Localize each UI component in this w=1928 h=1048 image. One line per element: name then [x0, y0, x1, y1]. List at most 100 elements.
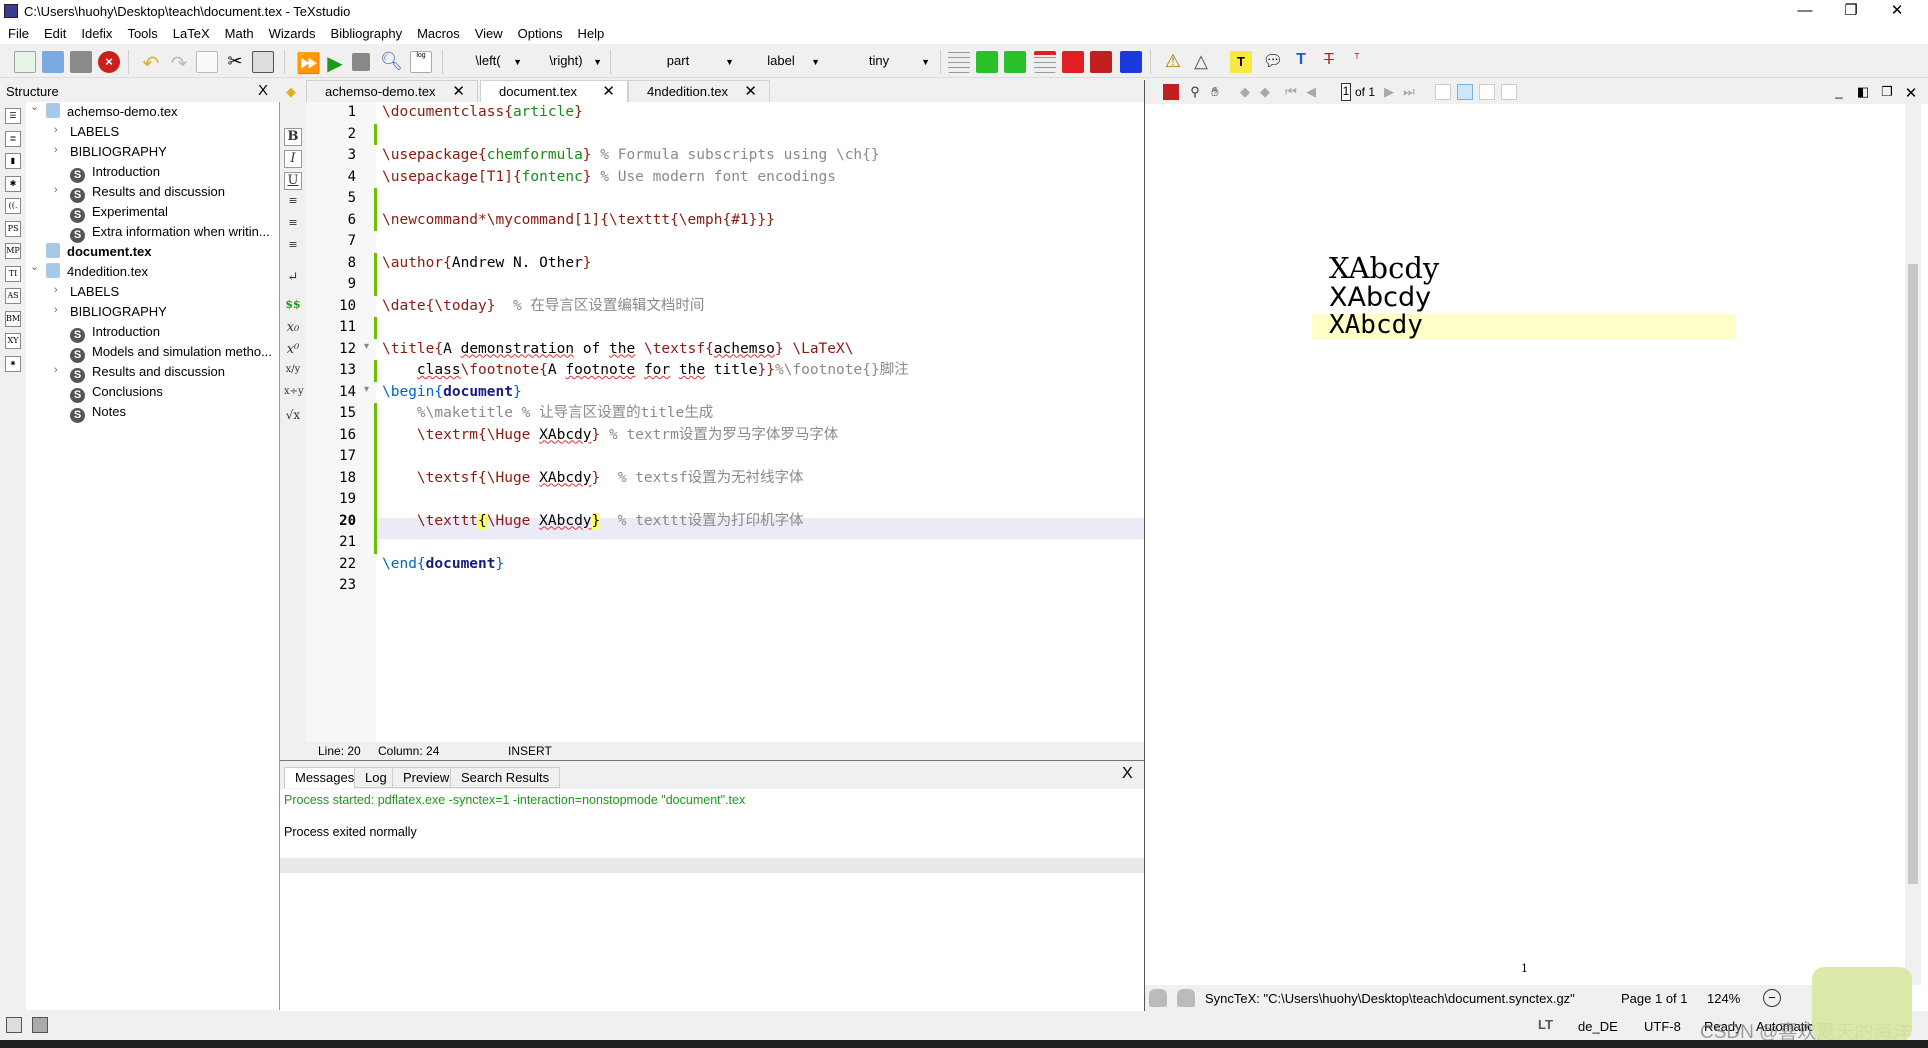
sidebar-view-icon[interactable]: XY: [5, 333, 21, 349]
pdf-sync-icon[interactable]: [1163, 84, 1179, 100]
paste-icon[interactable]: [252, 51, 274, 73]
menu-idefix[interactable]: Idefix: [81, 24, 121, 44]
table-insert-column-icon[interactable]: [1004, 51, 1026, 73]
save-icon[interactable]: [70, 51, 92, 73]
first-page-icon[interactable]: ⏮: [1283, 84, 1299, 100]
sidebar-view-icon[interactable]: MP: [5, 243, 21, 259]
table-add-column-icon[interactable]: [976, 51, 998, 73]
chevron-right-icon[interactable]: ›: [54, 364, 58, 376]
tree-item[interactable]: BIBLIOGRAPHY: [70, 302, 167, 321]
tree-item[interactable]: achemso-demo.tex: [46, 102, 178, 121]
highlight-text-icon[interactable]: T: [1230, 51, 1252, 73]
menu-options[interactable]: Options: [518, 24, 572, 44]
language-selector[interactable]: de_DE: [1578, 1019, 1618, 1034]
tab-4ndedition-tex[interactable]: 4ndedition.tex ✕: [628, 80, 770, 102]
fit-page-icon[interactable]: [1501, 84, 1517, 100]
close-pdf-icon[interactable]: ✕: [1903, 84, 1919, 102]
text-color-icon[interactable]: T: [1290, 51, 1312, 73]
hand-tool-icon[interactable]: ✋︎: [1207, 84, 1223, 100]
forward-icon[interactable]: ◆: [1257, 84, 1273, 100]
page-input[interactable]: 1: [1341, 83, 1351, 101]
fold-icon[interactable]: ▾: [364, 341, 369, 352]
reference-combo[interactable]: label ▼: [740, 53, 822, 73]
warning-outline-icon[interactable]: △: [1190, 51, 1212, 73]
table-remove-column-icon[interactable]: [1062, 51, 1084, 73]
encoding-selector[interactable]: UTF-8: [1644, 1019, 1681, 1034]
minimize-pdf-icon[interactable]: _: [1831, 84, 1847, 100]
toggle-messages-icon[interactable]: [32, 1017, 48, 1033]
code-editor[interactable]: B I U ≡ ≡ ≡ ↵ $$ x₀ x⁰ x/y x÷y √x 1 \docu…: [280, 102, 1144, 742]
font-size-combo[interactable]: tiny ▼: [826, 53, 932, 73]
new-file-icon[interactable]: [14, 51, 36, 73]
undo-icon[interactable]: ↶: [140, 51, 162, 75]
chevron-right-icon[interactable]: ›: [54, 184, 58, 196]
chevron-right-icon[interactable]: ›: [54, 304, 58, 316]
fold-icon[interactable]: ▾: [364, 384, 369, 395]
view-icon[interactable]: 🔍︎: [380, 51, 403, 73]
compile-icon[interactable]: ▶: [324, 51, 346, 75]
fit-width-icon[interactable]: [1457, 84, 1473, 100]
sidebar-view-icon[interactable]: PS: [5, 220, 21, 237]
tree-item[interactable]: document.tex: [46, 242, 152, 261]
chevron-right-icon[interactable]: ›: [54, 284, 58, 296]
tree-item[interactable]: 4ndedition.tex: [46, 262, 148, 281]
tree-item[interactable]: S Results and discussion: [70, 182, 225, 203]
superscript-text-icon[interactable]: ᵀ: [1346, 51, 1368, 73]
sidebar-view-icon[interactable]: ✷: [5, 355, 21, 372]
tree-item[interactable]: S Experimental: [70, 202, 168, 223]
zoom-tool-icon[interactable]: ⚲: [1187, 84, 1203, 100]
tree-item[interactable]: S Notes: [70, 402, 126, 423]
last-page-icon[interactable]: ⏭: [1401, 84, 1417, 100]
stop-icon[interactable]: [352, 53, 370, 71]
previous-page-icon[interactable]: ◀: [1303, 84, 1319, 100]
window-pdf-icon[interactable]: ❐: [1879, 84, 1895, 100]
table-remove-row-icon[interactable]: [1034, 51, 1056, 73]
close-file-icon[interactable]: ×: [98, 51, 120, 73]
chevron-right-icon[interactable]: ›: [54, 144, 58, 156]
zoom-out-icon[interactable]: −: [1763, 989, 1781, 1007]
tree-item[interactable]: S Introduction: [70, 162, 160, 183]
sidebar-view-icon[interactable]: ≣: [5, 130, 21, 147]
table-add-row-icon[interactable]: [948, 51, 970, 73]
left-delimiter-combo[interactable]: \left(▼: [452, 53, 524, 73]
close-tab-icon[interactable]: ✕: [744, 81, 757, 103]
menu-edit[interactable]: Edit: [44, 24, 75, 44]
close-window-button[interactable]: ✕: [1874, 0, 1920, 24]
close-messages-button[interactable]: X: [1122, 765, 1133, 783]
sidebar-view-icon[interactable]: ☰: [5, 108, 21, 124]
sidebar-view-icon[interactable]: ▮: [5, 153, 21, 169]
copy-icon[interactable]: [196, 51, 218, 73]
dock-pdf-icon[interactable]: ◧: [1855, 84, 1871, 100]
strikeout-icon[interactable]: T: [1318, 51, 1340, 73]
chevron-down-icon[interactable]: ⌄: [30, 100, 39, 113]
menu-tools[interactable]: Tools: [127, 24, 166, 44]
comment-icon[interactable]: 💬︎: [1262, 51, 1284, 73]
menu-wizards[interactable]: Wizards: [269, 24, 325, 44]
tree-item[interactable]: LABELS: [70, 122, 119, 141]
messages-tab-search-results[interactable]: Search Results: [450, 767, 561, 788]
toggle-structure-icon[interactable]: [6, 1017, 22, 1033]
log-icon[interactable]: log: [410, 51, 432, 73]
table-align-icon[interactable]: [1120, 51, 1142, 73]
tree-item[interactable]: LABELS: [70, 282, 119, 301]
menu-macros[interactable]: Macros: [417, 24, 469, 44]
close-tab-icon[interactable]: ✕: [602, 81, 615, 103]
fit-text-icon[interactable]: [1479, 84, 1495, 100]
sidebar-view-icon[interactable]: AS: [5, 288, 21, 304]
menu-latex[interactable]: LaTeX: [173, 24, 219, 44]
tree-item[interactable]: S Results and discussion: [70, 362, 225, 383]
close-tab-icon[interactable]: ✕: [452, 81, 465, 103]
cut-icon[interactable]: ✂: [224, 51, 246, 73]
menu-view[interactable]: View: [475, 24, 512, 44]
warning-icon[interactable]: ⚠: [1162, 51, 1184, 73]
zoom-100-icon[interactable]: [1435, 84, 1451, 100]
lock-icon[interactable]: [1149, 989, 1167, 1007]
tree-item[interactable]: BIBLIOGRAPHY: [70, 142, 167, 161]
table-cut-column-icon[interactable]: [1090, 51, 1112, 73]
minimize-button[interactable]: —: [1782, 0, 1828, 24]
redo-icon[interactable]: ↷: [168, 51, 190, 75]
tab-achemso-demo-tex[interactable]: achemso-demo.tex ✕: [306, 80, 478, 102]
sidebar-view-icon[interactable]: TI: [5, 265, 21, 282]
right-delimiter-combo[interactable]: \right) ▼: [528, 53, 604, 73]
build-and-view-icon[interactable]: ⏩: [296, 51, 321, 75]
